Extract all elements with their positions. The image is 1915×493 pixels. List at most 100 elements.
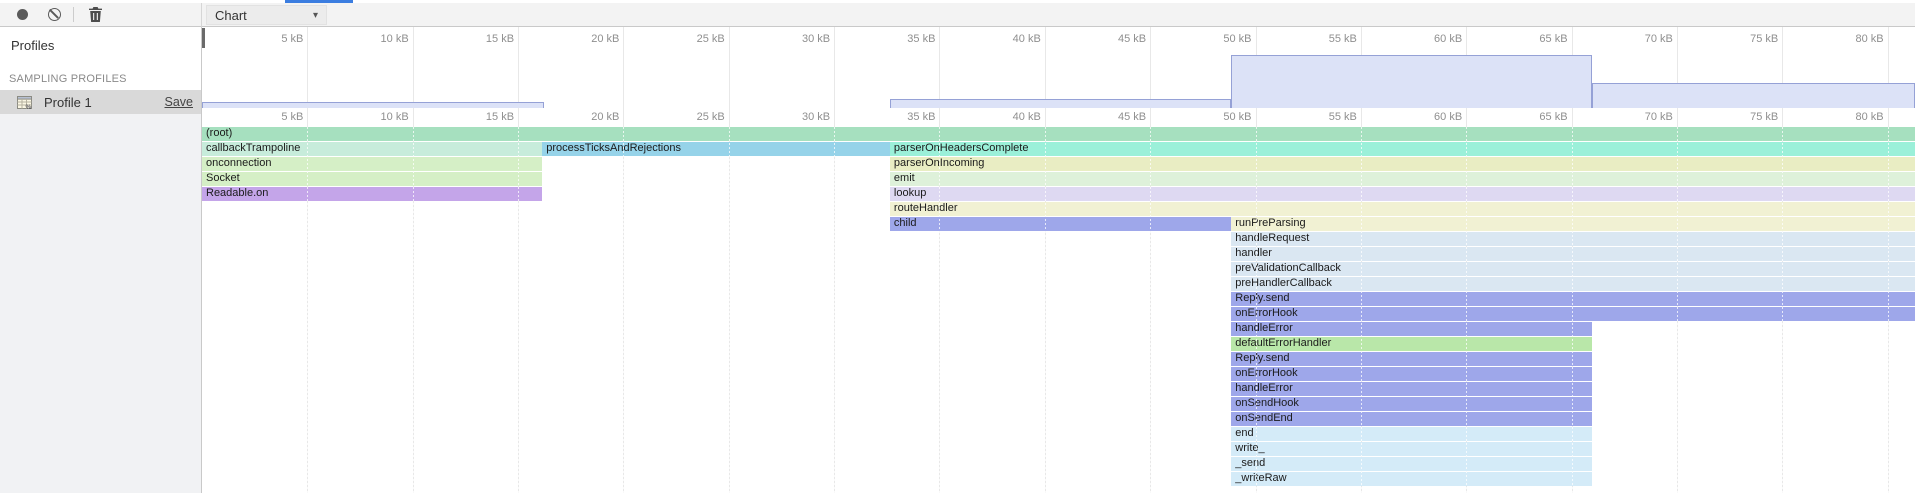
gridline-dash-overlay (1045, 127, 1046, 493)
chart-view-select-value: Chart (215, 8, 247, 23)
flame-bar[interactable]: parserOnHeadersComplete (890, 142, 1915, 156)
overview-left-handle[interactable] (202, 28, 205, 48)
gridline-dash-overlay (413, 127, 414, 493)
flame-bar-label: Reply.send (1231, 292, 1915, 306)
flame-bar[interactable]: write_ (1231, 442, 1591, 456)
heap-profile-icon: % (16, 94, 33, 111)
sidebar-empty-area (0, 114, 201, 493)
flame-bar[interactable]: Reply.send (1231, 292, 1915, 306)
flame-bar[interactable]: handleError (1231, 322, 1591, 336)
sidebar-title: Profiles (0, 27, 201, 53)
axis-tick-label: 75 kB (1714, 111, 1778, 123)
sidebar: Profiles SAMPLING PROFILES % Profile 1 S… (0, 27, 202, 493)
chart-view-select[interactable]: Chart ▾ (206, 5, 327, 25)
flame-bar[interactable]: parserOnIncoming (890, 157, 1915, 171)
axis-tick-label: 30 kB (766, 111, 830, 123)
flame-bar-label: preValidationCallback (1231, 262, 1915, 276)
sidebar-section-label: SAMPLING PROFILES (9, 73, 201, 85)
flame-bar-label: parserOnIncoming (890, 157, 1915, 171)
flame-bar-label: handler (1231, 247, 1915, 261)
axis-tick-label: 20 kB (555, 33, 619, 45)
flame-ruler: 5 kB10 kB15 kB20 kB25 kB30 kB35 kB40 kB4… (202, 108, 1915, 127)
axis-tick-label: 20 kB (555, 111, 619, 123)
axis-tick-label: 65 kB (1504, 33, 1568, 45)
svg-text:%: % (26, 104, 32, 111)
axis-tick-label: 40 kB (977, 33, 1041, 45)
overview-band (890, 99, 1231, 108)
flame-bar-label: write_ (1231, 442, 1591, 456)
flame-bar[interactable]: Readable.on (202, 187, 542, 201)
flame-bar[interactable]: _send (1231, 457, 1591, 471)
flame-bar[interactable]: emit (890, 172, 1915, 186)
axis-tick-label: 60 kB (1398, 33, 1462, 45)
gridline-dash-overlay (1888, 127, 1889, 493)
flame-bar[interactable]: defaultErrorHandler (1231, 337, 1591, 351)
flame-bar-label: _send (1231, 457, 1591, 471)
flame-bar[interactable]: onErrorHook (1231, 367, 1591, 381)
flame-bar[interactable]: end (1231, 427, 1591, 441)
flame-bar[interactable]: runPreParsing (1231, 217, 1915, 231)
flame-bar[interactable]: handleError (1231, 382, 1591, 396)
flame-bar-label: onSendHook (1231, 397, 1591, 411)
overview-pane[interactable]: 5 kB10 kB15 kB20 kB25 kB30 kB35 kB40 kB4… (202, 27, 1915, 108)
axis-tick-label: 55 kB (1293, 111, 1357, 123)
flame-bar-label: processTicksAndRejections (542, 142, 890, 156)
record-icon (17, 9, 28, 20)
gridline-dash-overlay (1677, 127, 1678, 493)
flame-bar[interactable]: processTicksAndRejections (542, 142, 890, 156)
flame-bar-label: onSendEnd (1231, 412, 1591, 426)
flame-chart[interactable]: (root)callbackTrampolineprocessTicksAndR… (202, 127, 1915, 493)
save-profile-link[interactable]: Save (165, 95, 194, 109)
flame-bar[interactable]: onSendEnd (1231, 412, 1591, 426)
axis-tick-label: 80 kB (1820, 33, 1884, 45)
flame-bar-label: handleError (1231, 322, 1591, 336)
toolbar-separator (73, 7, 74, 22)
flame-bar[interactable]: onErrorHook (1231, 307, 1915, 321)
memory-profiler-panel: Chart ▾ Profiles SAMPLING PROFILES % Pro… (0, 0, 1915, 493)
flame-bar-label: preHandlerCallback (1231, 277, 1915, 291)
profile-list-item[interactable]: % Profile 1 Save (0, 90, 201, 114)
flame-bar[interactable]: onSendHook (1231, 397, 1591, 411)
gridline-dash-overlay (939, 127, 940, 493)
flame-bar-label: (root) (202, 127, 1915, 141)
flame-bar-label: onconnection (202, 157, 542, 171)
axis-tick-label: 40 kB (977, 111, 1041, 123)
flame-bar[interactable]: lookup (890, 187, 1915, 201)
clear-profiles-button[interactable] (42, 4, 66, 26)
gridline-dash-overlay (307, 127, 308, 493)
axis-tick-label: 5 kB (239, 33, 303, 45)
flame-bar-label: onErrorHook (1231, 367, 1591, 381)
axis-tick-label: 45 kB (1082, 111, 1146, 123)
flame-bar-label: defaultErrorHandler (1231, 337, 1591, 351)
flame-bar[interactable]: child (890, 217, 1231, 231)
flame-bar[interactable]: preHandlerCallback (1231, 277, 1915, 291)
flame-bar[interactable]: callbackTrampoline (202, 142, 542, 156)
delete-profile-button[interactable] (83, 4, 107, 26)
gridline-dash-overlay (518, 127, 519, 493)
flame-bar[interactable]: (root) (202, 127, 1915, 141)
flame-bar[interactable]: preValidationCallback (1231, 262, 1915, 276)
gridline-dash-overlay (1150, 127, 1151, 493)
axis-tick-label: 70 kB (1609, 33, 1673, 45)
flame-bar-label: Readable.on (202, 187, 542, 201)
flame-bar[interactable]: Reply.send (1231, 352, 1591, 366)
toolbar-divider (201, 3, 202, 27)
axis-tick-label: 35 kB (871, 111, 935, 123)
flame-bar[interactable]: handleRequest (1231, 232, 1915, 246)
flame-bar[interactable]: onconnection (202, 157, 542, 171)
overview-band (1231, 55, 1591, 108)
flame-bar[interactable]: handler (1231, 247, 1915, 261)
flame-bar[interactable]: _writeRaw (1231, 472, 1591, 486)
flame-bar-label: child (890, 217, 1231, 231)
overview-band (1592, 83, 1915, 108)
axis-tick-label: 50 kB (1188, 111, 1252, 123)
record-button[interactable] (10, 4, 34, 26)
axis-tick-label: 15 kB (450, 33, 514, 45)
flame-bar-label: handleError (1231, 382, 1591, 396)
flame-bar[interactable]: Socket (202, 172, 542, 186)
flame-bar[interactable]: routeHandler (890, 202, 1915, 216)
flame-bar-label: emit (890, 172, 1915, 186)
axis-tick-label: 10 kB (345, 33, 409, 45)
axis-tick-label: 60 kB (1398, 111, 1462, 123)
axis-tick-label: 70 kB (1609, 111, 1673, 123)
